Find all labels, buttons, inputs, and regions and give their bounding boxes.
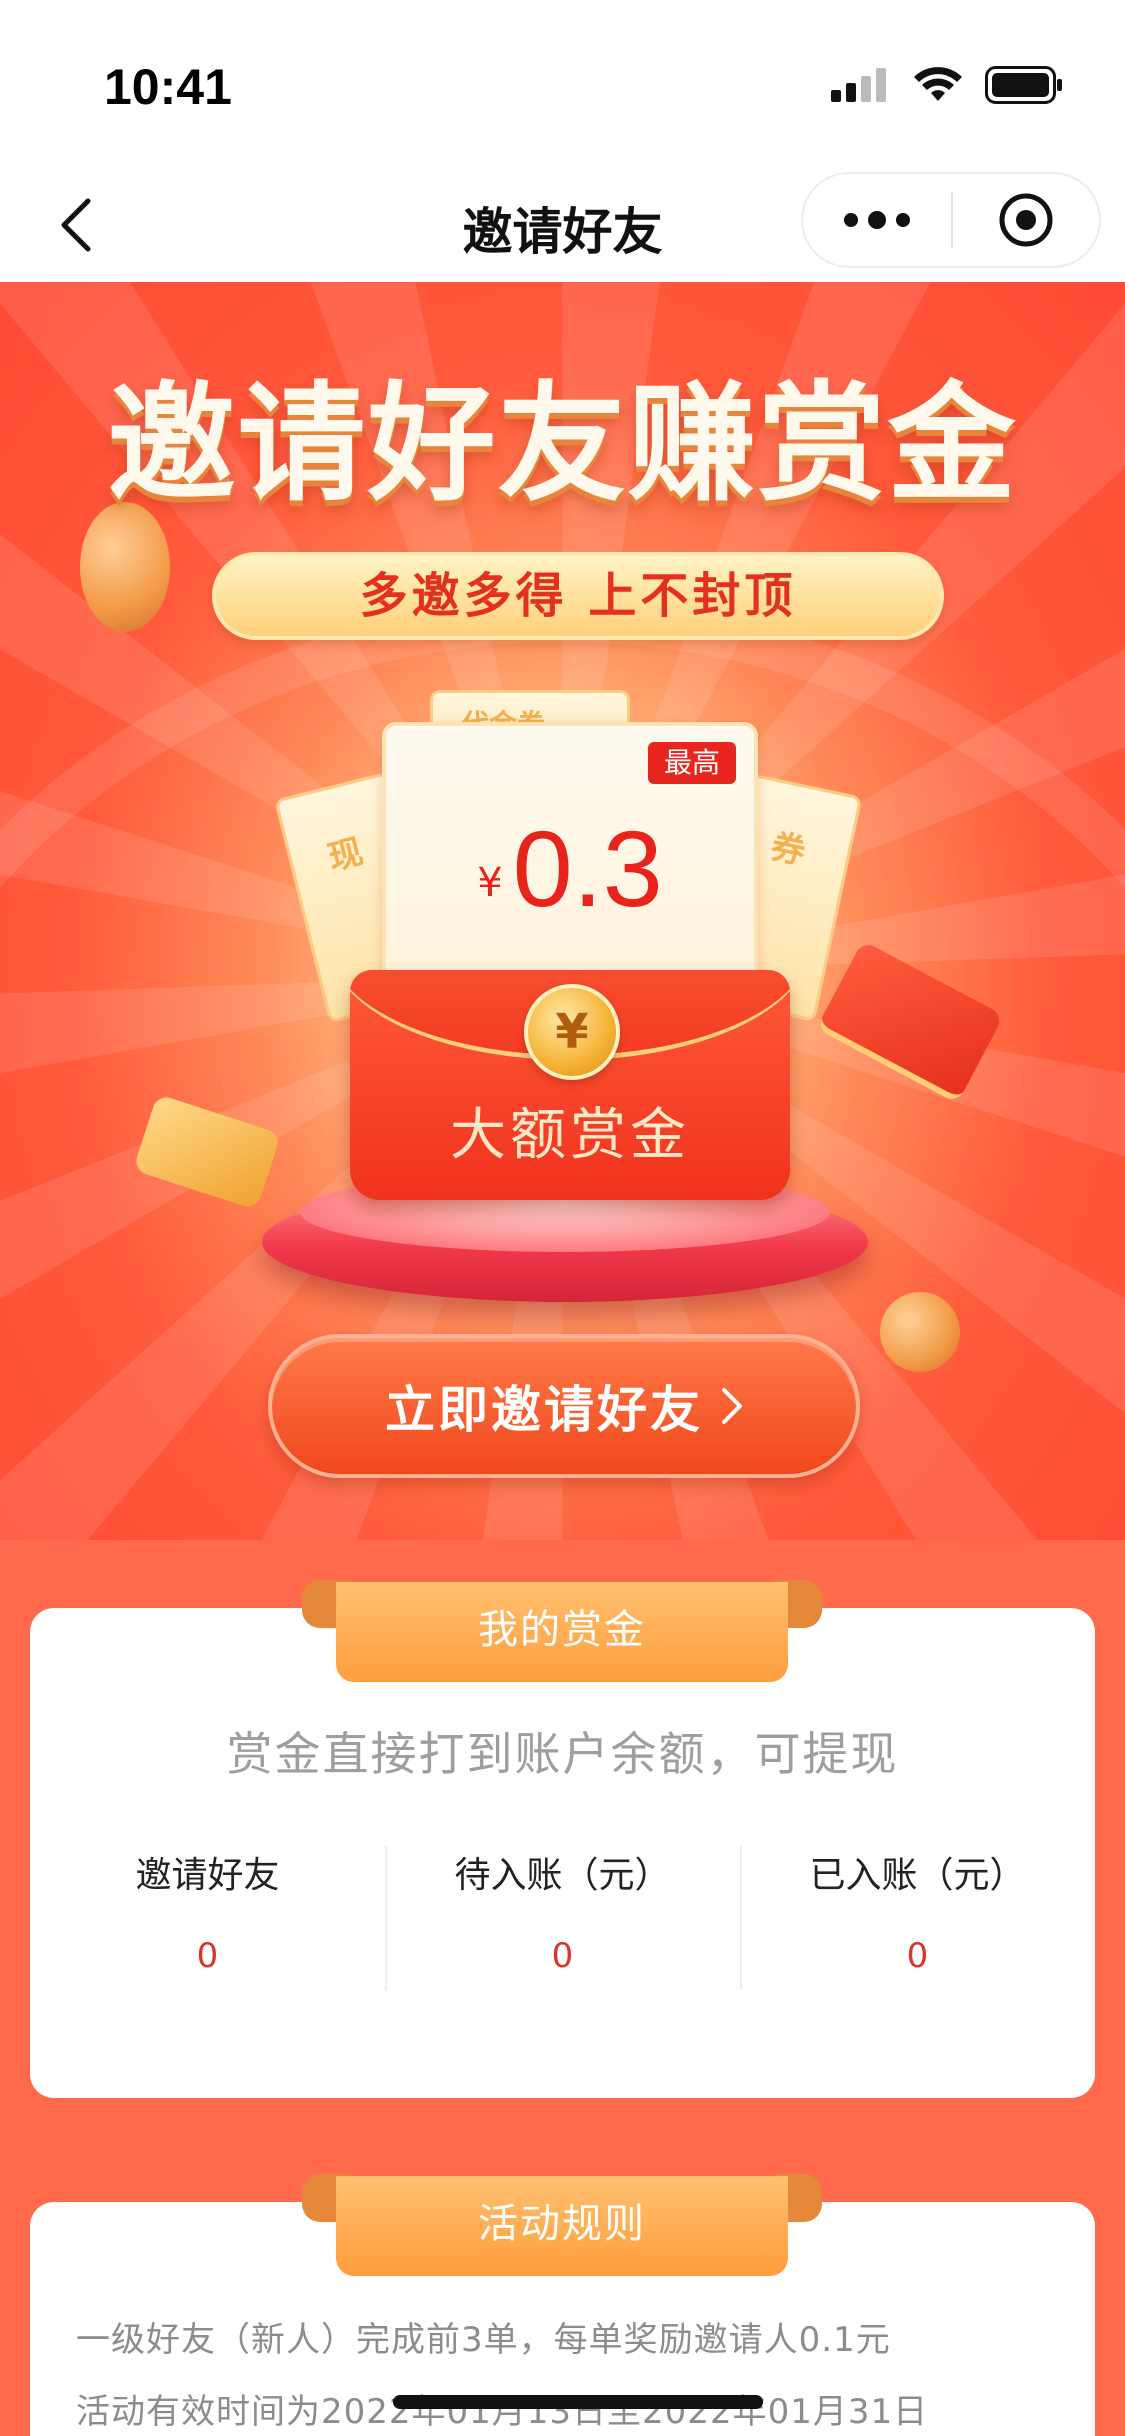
hero-title: 邀请好友赚赏金 xyxy=(107,370,1018,519)
more-icon-dot xyxy=(896,213,910,227)
amount-value: 0.3 xyxy=(512,808,663,929)
hero-slogan: 多邀多得 上不封顶 xyxy=(212,552,944,640)
currency-symbol: ¥ xyxy=(477,860,503,906)
status-time: 10:41 xyxy=(104,59,232,115)
stat-value: 0 xyxy=(906,1936,929,1976)
coupon-amount: ¥0.3 xyxy=(386,806,754,931)
invite-friend-button[interactable]: 立即邀请好友 xyxy=(268,1334,860,1478)
max-badge: 最高 xyxy=(648,742,736,784)
status-icons xyxy=(831,66,1065,104)
chevron-right-icon xyxy=(722,1388,742,1424)
stat-invited-friends: 邀请好友 0 xyxy=(30,1846,385,1976)
stat-value: 0 xyxy=(196,1936,219,1976)
battery-icon xyxy=(985,66,1062,104)
yen-coin-icon: ¥ xyxy=(524,984,620,1080)
reward-stats: 邀请好友 0 待入账（元） 0 已入账（元） 0 xyxy=(30,1846,1095,1990)
mini-program-capsule xyxy=(801,172,1101,268)
ticket-right-text: 券 xyxy=(767,826,809,873)
envelope-label: 大额赏金 xyxy=(450,1103,690,1168)
stat-label: 已入账（元） xyxy=(809,1855,1026,1896)
stat-label: 待入账（元） xyxy=(454,1855,671,1896)
wifi-icon xyxy=(914,67,962,101)
coin-decoration xyxy=(880,1292,960,1372)
status-bar: 10:41 xyxy=(0,0,1125,170)
rule-line: 一级好友（新人）完成前3单，每单奖励邀请人0.1元 xyxy=(76,2320,891,2360)
hero-banner: 邀请好友赚赏金 多邀多得 上不封顶 现 券 代金券 最高 ¥0.3 大额赏金 ¥… xyxy=(0,282,1125,1540)
my-reward-card: 我的赏金 赏金直接打到账户余额，可提现 邀请好友 0 待入账（元） 0 已入账（… xyxy=(30,1580,1095,2098)
stat-label: 邀请好友 xyxy=(135,1855,280,1896)
cellular-signal-icon xyxy=(831,68,886,102)
home-indicator xyxy=(393,2395,763,2409)
stat-credited: 已入账（元） 0 xyxy=(740,1846,1095,1990)
nav-bar: 邀请好友 xyxy=(0,170,1125,282)
invite-button-label: 立即邀请好友 xyxy=(385,1381,703,1439)
reward-subtitle: 赏金直接打到账户余额，可提现 xyxy=(226,1727,899,1781)
activity-rules-ribbon: 活动规则 xyxy=(336,2176,788,2276)
more-button[interactable] xyxy=(803,174,951,266)
target-icon xyxy=(999,193,1053,247)
stat-pending: 待入账（元） 0 xyxy=(385,1846,740,1990)
more-icon xyxy=(844,213,858,227)
my-reward-ribbon: 我的赏金 xyxy=(336,1582,788,1682)
ticket-left-text: 现 xyxy=(324,831,367,879)
more-icon-dot xyxy=(868,211,886,229)
stat-value: 0 xyxy=(551,1936,574,1976)
close-mini-program-button[interactable] xyxy=(953,174,1099,266)
